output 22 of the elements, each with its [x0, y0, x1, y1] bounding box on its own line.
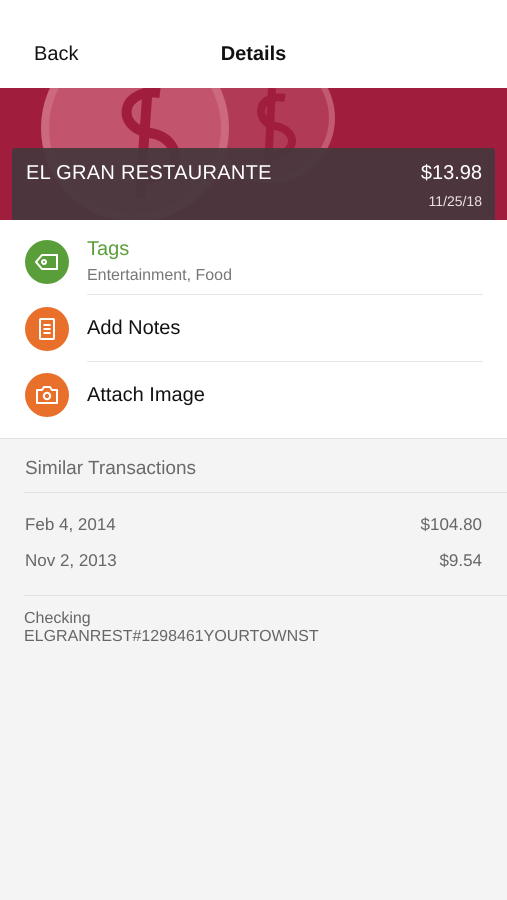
merchant-name: EL GRAN RESTAURANTE	[26, 162, 272, 186]
tag-icon	[35, 254, 59, 270]
camera-icon	[35, 386, 59, 404]
action-label: Attach Image	[87, 384, 206, 406]
notes-icon	[39, 318, 55, 340]
section-title: Similar Transactions	[24, 457, 198, 481]
transaction-date: Nov 2, 2013	[25, 551, 117, 571]
action-item[interactable]: Tags Entertainment, Food	[0, 228, 507, 295]
back-button[interactable]: Back	[22, 38, 90, 70]
transaction-amount: $9.54	[439, 551, 482, 571]
action-item[interactable]: Add Notes	[0, 295, 507, 362]
transaction-amount: $104.80	[420, 515, 482, 535]
transaction-amount: $13.98	[420, 162, 482, 185]
transaction-description: ELGRANREST#1298461YOURTOWNST	[24, 628, 320, 646]
screen-title: Details	[220, 42, 286, 66]
action-item[interactable]: Attach Image	[0, 362, 507, 428]
transaction-date: Feb 4, 2014	[25, 515, 116, 535]
account-name: Checking	[24, 610, 92, 628]
tag-list: Entertainment, Food	[87, 266, 483, 284]
transaction-date: 11/25/18	[428, 193, 482, 209]
action-label: Add Notes	[87, 316, 182, 340]
action-label: Tags	[87, 238, 130, 260]
